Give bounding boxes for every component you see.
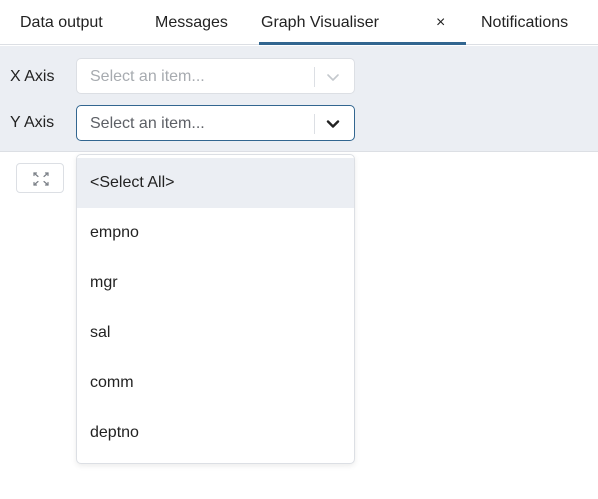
select-separator <box>314 114 315 134</box>
option-mgr[interactable]: mgr <box>77 258 354 308</box>
y-axis-placeholder: Select an item... <box>90 115 205 132</box>
y-axis-select[interactable]: Select an item... <box>76 105 355 141</box>
select-separator <box>314 67 315 87</box>
x-axis-label: X Axis <box>10 68 55 85</box>
option-select-all[interactable]: <Select All> <box>77 158 354 208</box>
option-comm[interactable]: comm <box>77 358 354 408</box>
tab-graph-visualiser[interactable]: Graph Visualiser <box>261 0 379 45</box>
axis-selector-panel: X Axis Select an item... Y Axis Select a… <box>0 46 598 152</box>
chevron-down-icon[interactable] <box>325 116 341 132</box>
expand-icon <box>33 172 49 186</box>
x-axis-placeholder: Select an item... <box>90 68 205 85</box>
y-axis-label: Y Axis <box>10 114 55 131</box>
chevron-down-icon[interactable] <box>325 69 341 85</box>
x-axis-select[interactable]: Select an item... <box>76 58 355 94</box>
option-empno[interactable]: empno <box>77 208 354 258</box>
tab-data-output[interactable]: Data output <box>20 0 103 45</box>
y-axis-options-menu: <Select All> empno mgr sal comm deptno <box>76 154 355 464</box>
tab-bar: Data output Messages Graph Visualiser × … <box>0 0 598 45</box>
tab-notifications[interactable]: Notifications <box>481 0 568 45</box>
option-sal[interactable]: sal <box>77 308 354 358</box>
close-tab-icon[interactable]: × <box>436 0 445 45</box>
option-deptno[interactable]: deptno <box>77 408 354 458</box>
active-tab-indicator <box>259 42 466 45</box>
tab-messages[interactable]: Messages <box>155 0 228 45</box>
expand-button[interactable] <box>16 163 64 193</box>
